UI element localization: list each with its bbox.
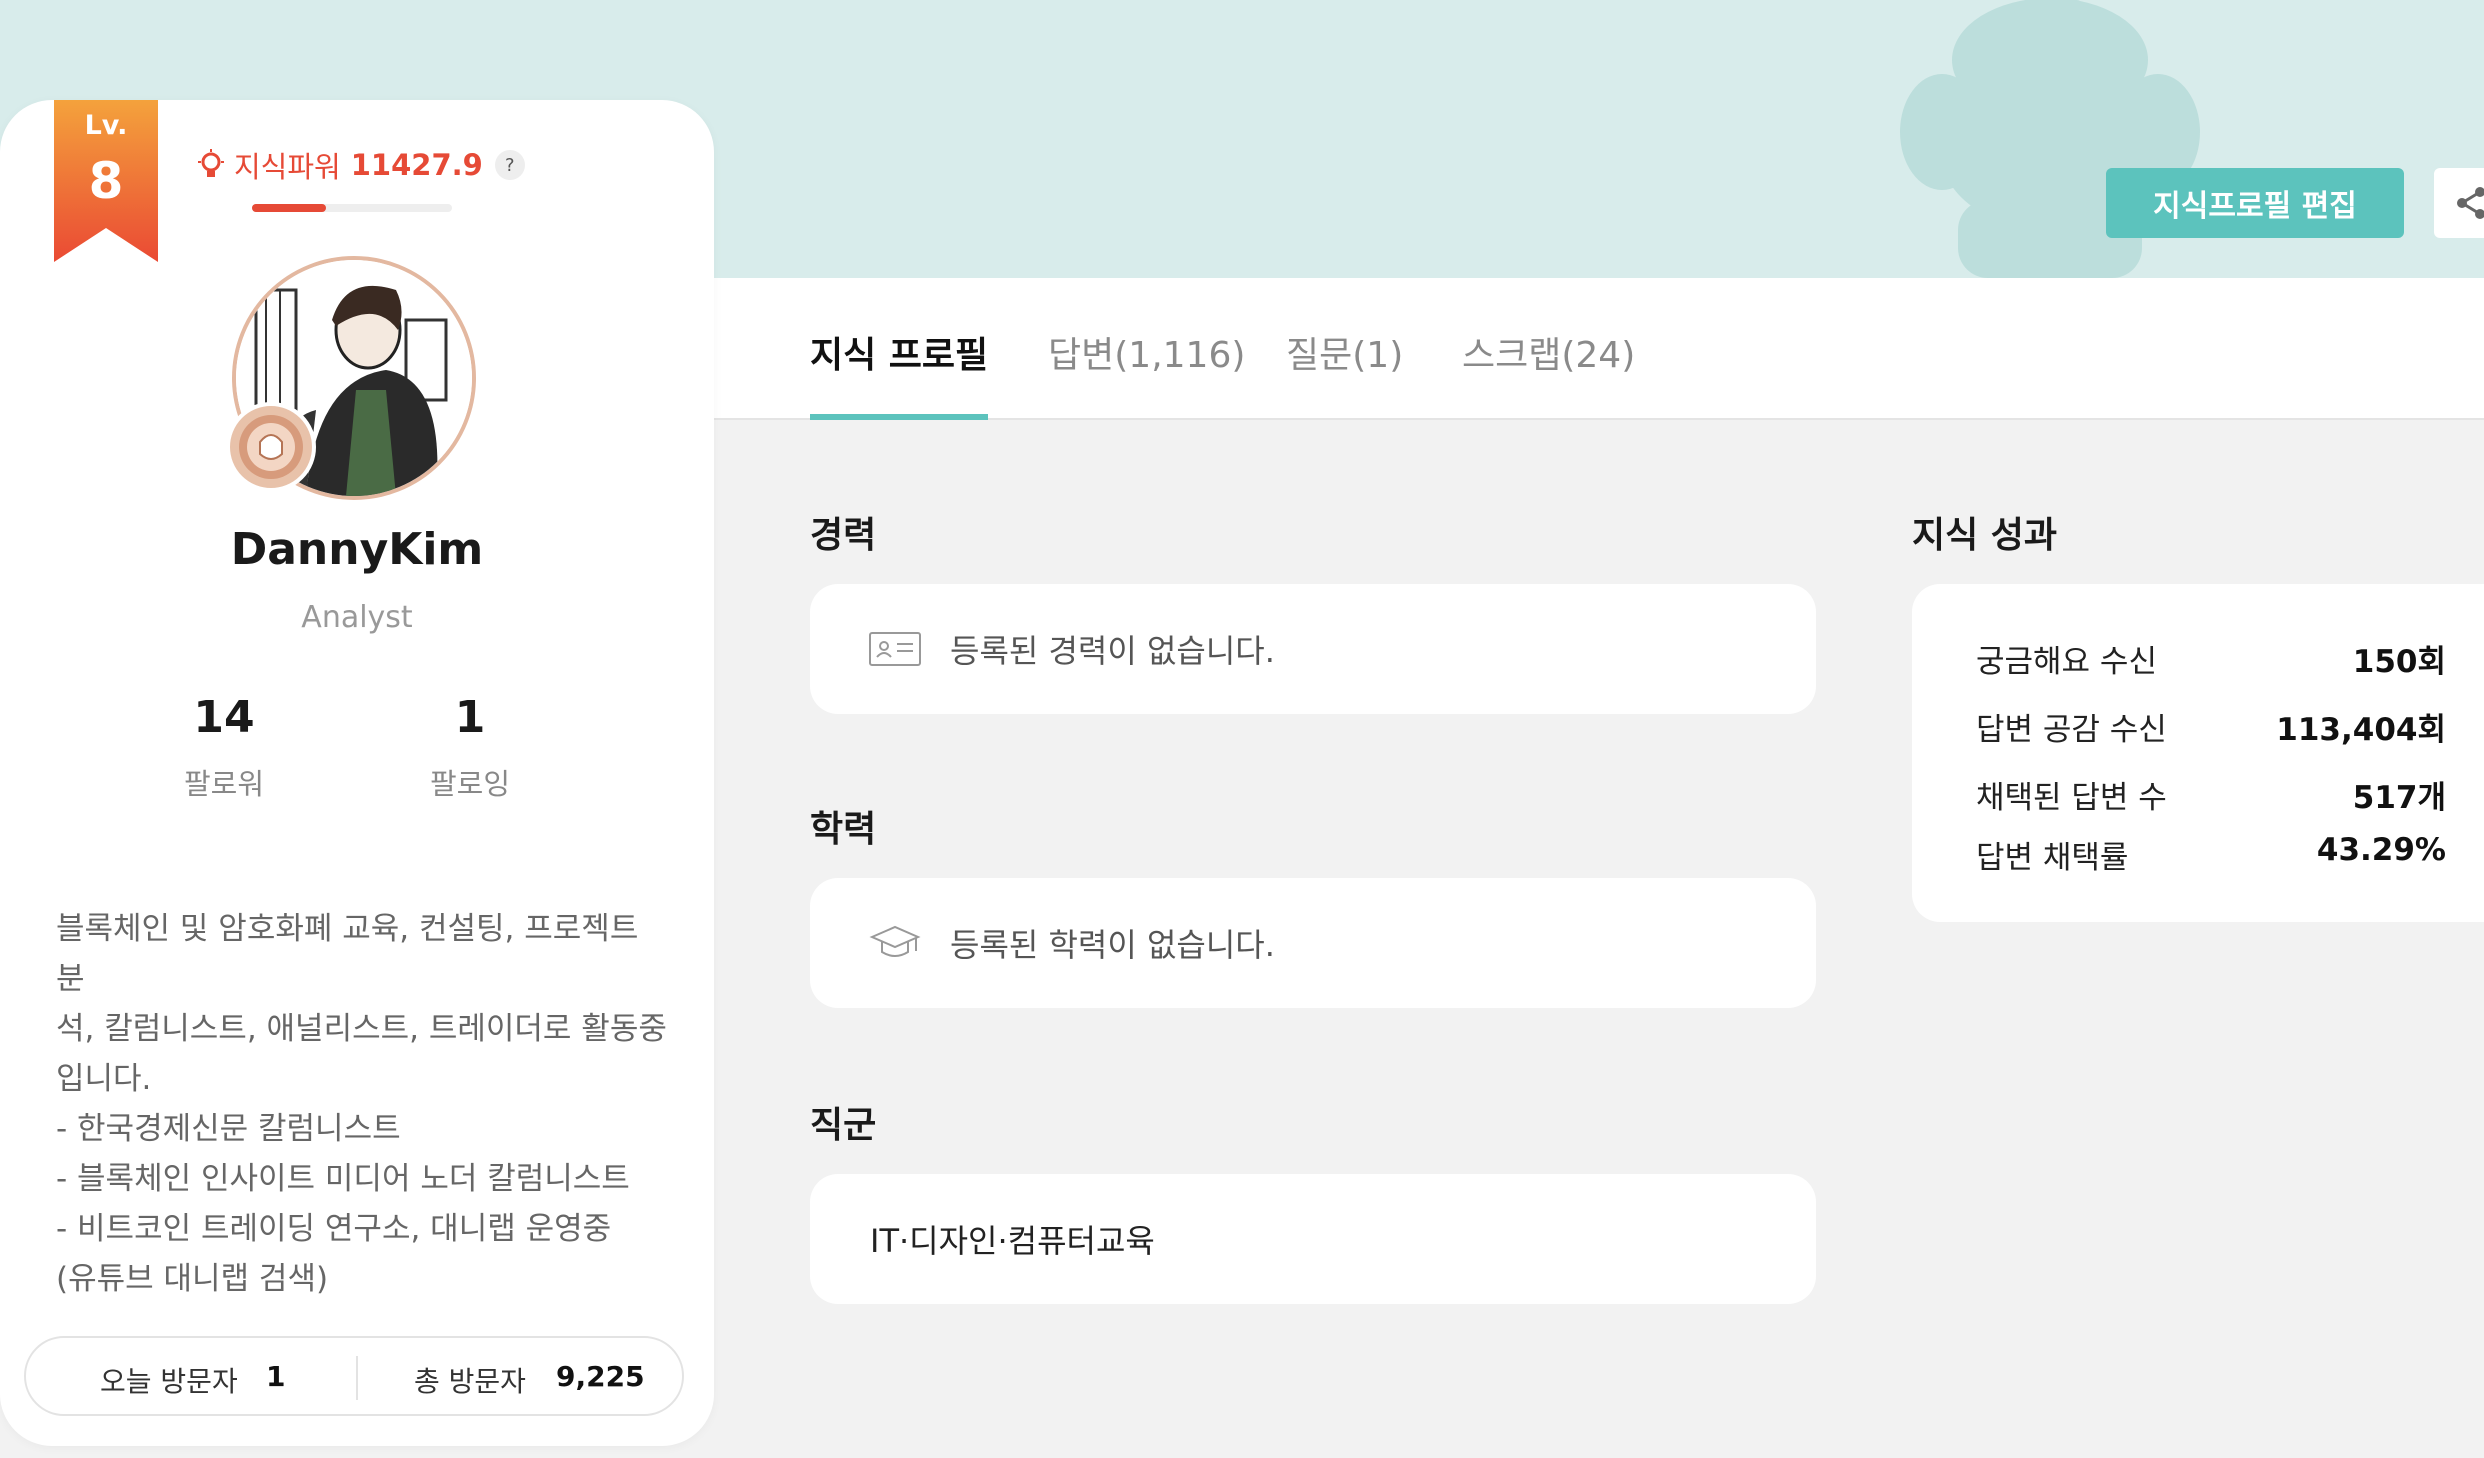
edit-profile-button[interactable]: 지식프로필 편집: [2106, 168, 2404, 238]
education-title: 학력: [810, 809, 877, 850]
share-icon: [2457, 187, 2484, 219]
education-card: 등록된 학력이 없습니다.: [810, 878, 1816, 1008]
job-category-card: IT·디자인·컴퓨터교육: [810, 1174, 1816, 1304]
stat-label: 답변 공감 수신: [1976, 712, 2167, 748]
visitor-divider: [356, 1356, 358, 1400]
job-category-value: IT·디자인·컴퓨터교육: [870, 1222, 1155, 1260]
visitor-counter: 오늘 방문자 1 총 방문자 9,225: [24, 1336, 684, 1416]
education-empty-text: 등록된 학력이 없습니다.: [950, 926, 1275, 964]
stat-value: 517개: [2352, 780, 2446, 816]
stat-label: 답변 채택률: [1976, 840, 2129, 876]
today-visitors-label: 오늘 방문자: [100, 1365, 238, 1398]
stat-row-likes: 답변 공감 수신 113,404회: [1976, 704, 2446, 749]
stat-label: 채택된 답변 수: [1976, 780, 2167, 816]
today-visitors-count: 1: [266, 1360, 286, 1393]
level-ribbon: Lv. 8: [54, 100, 158, 262]
level-number: 8: [88, 152, 124, 210]
career-card: 등록된 경력이 없습니다.: [810, 584, 1816, 714]
followers[interactable]: 14 팔로워: [124, 692, 324, 803]
tab-questions[interactable]: 질문(1): [1286, 326, 1403, 420]
profile-tabs: 지식 프로필 답변(1,116) 질문(1) 스크랩(24): [714, 278, 2484, 420]
total-visitors-count: 9,225: [556, 1360, 645, 1393]
graduation-cap-icon: [869, 925, 921, 957]
stat-value: 150회: [2352, 644, 2446, 680]
knowledge-power-value: 11427.9: [350, 148, 483, 182]
followers-count: 14: [193, 692, 255, 743]
profile-name: DannyKim: [230, 524, 484, 575]
knowledge-power: 지식파워 11427.9 ?: [196, 144, 525, 186]
stat-value: 113,404회: [2276, 712, 2446, 748]
stat-row-adoption-rate: 답변 채택률 43.29%: [1976, 832, 2446, 877]
total-visitors-label: 총 방문자: [414, 1365, 526, 1398]
career-title: 경력: [810, 515, 877, 556]
id-card-icon: [869, 632, 921, 666]
help-icon[interactable]: ?: [494, 150, 525, 180]
power-progress-fill: [252, 204, 326, 212]
stat-value: 43.29%: [2316, 832, 2446, 868]
power-progress-bar: [252, 204, 452, 212]
stat-row-adopted: 채택된 답변 수 517개: [1976, 772, 2446, 817]
achievements-title: 지식 성과: [1912, 515, 2058, 556]
job-category-title: 직군: [810, 1105, 877, 1146]
level-label: Lv.: [84, 110, 128, 141]
achievement-badge-icon: [226, 402, 316, 492]
stat-label: 궁금해요 수신: [1976, 644, 2157, 680]
lightbulb-icon: [198, 149, 224, 177]
tab-knowledge-profile[interactable]: 지식 프로필: [810, 326, 989, 420]
achievements-card: 궁금해요 수신 150회 답변 공감 수신 113,404회 채택된 답변 수 …: [1912, 584, 2484, 922]
followers-label: 팔로워: [183, 767, 265, 801]
tab-answers[interactable]: 답변(1,116): [1048, 326, 1245, 420]
tab-scraps[interactable]: 스크랩(24): [1462, 326, 1635, 420]
career-empty-text: 등록된 경력이 없습니다.: [950, 632, 1275, 670]
following-count: 1: [454, 692, 486, 743]
knowledge-power-label: 지식파워: [234, 150, 341, 184]
following-label: 팔로잉: [429, 767, 511, 801]
stat-row-curious: 궁금해요 수신 150회: [1976, 636, 2446, 681]
share-button[interactable]: [2434, 168, 2484, 238]
profile-card: Lv. 8 지식파워 11427.9 ? DannyKim Analyst 14…: [0, 100, 714, 1446]
profile-bio: 블록체인 및 암호화폐 교육, 컨설팅, 프로젝트 분 석, 칼럼니스트, 애널…: [56, 911, 667, 1297]
following[interactable]: 1 팔로잉: [370, 692, 570, 803]
profile-role: Analyst: [301, 600, 413, 635]
